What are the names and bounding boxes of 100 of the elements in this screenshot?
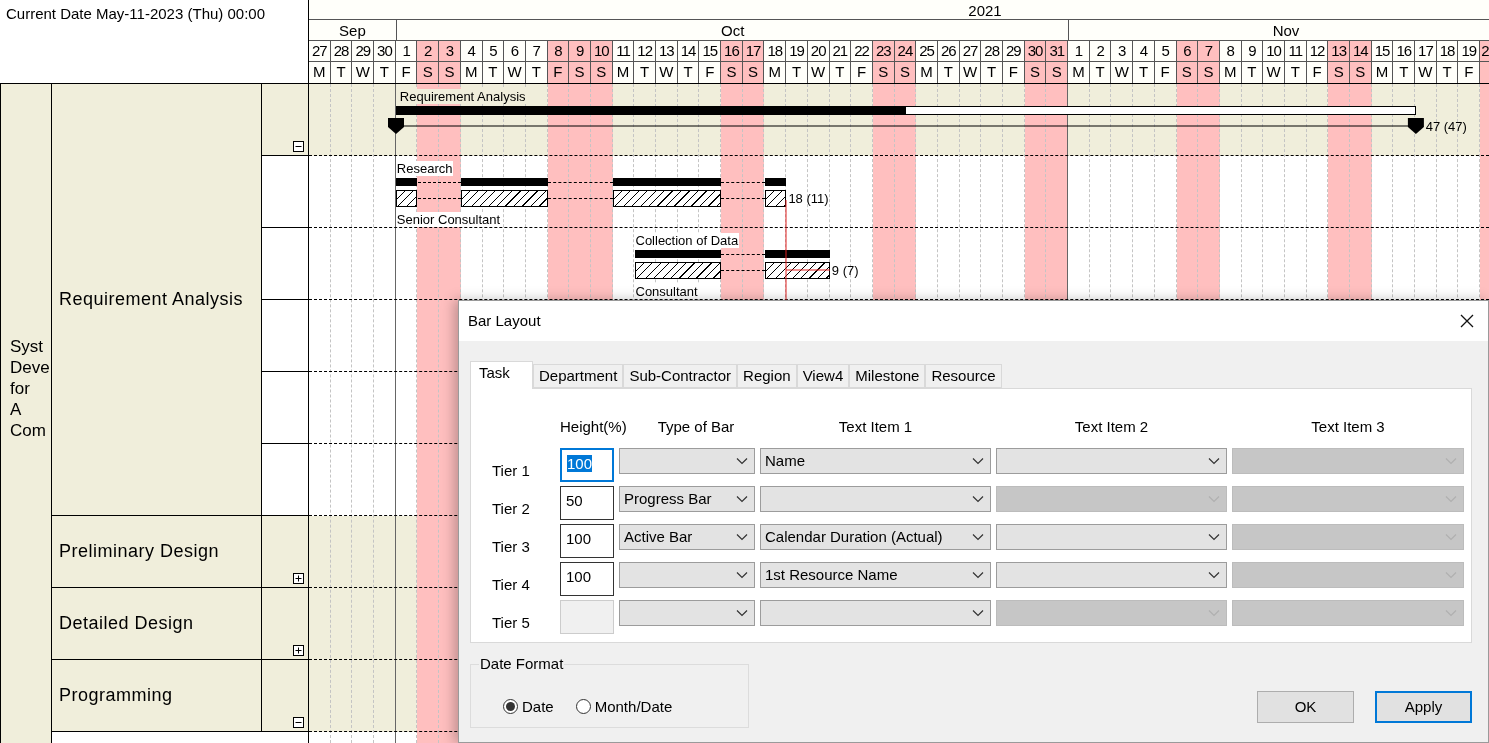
tier-label: Tier 3	[491, 536, 531, 557]
weekday-cell: F	[1154, 62, 1177, 83]
task-name[interactable]: Detailed Design	[59, 610, 194, 637]
weekday-cell: S	[1024, 62, 1047, 83]
day-cell: 9	[569, 41, 591, 61]
weekday-cell: S	[569, 62, 591, 83]
tier-label: Tier 1	[491, 460, 531, 481]
dropdown[interactable]: Calendar Duration (Actual)	[760, 524, 991, 550]
expand-icon[interactable]	[293, 573, 304, 584]
height-field[interactable]: 50	[560, 486, 614, 520]
weekday-cell: M	[612, 62, 635, 83]
day-cell: 11	[612, 41, 635, 61]
weekday-cell: S	[1198, 62, 1220, 83]
radio-option[interactable]: Month/Date	[575, 695, 673, 718]
plan-bar	[764, 250, 830, 258]
day-cell: 1	[1068, 41, 1090, 61]
day-cell: 2	[1480, 41, 1489, 61]
tab[interactable]: View4	[796, 364, 850, 388]
connector-line	[417, 182, 461, 183]
tier-label: Tier 2	[491, 498, 531, 519]
weekday-cell: W	[807, 62, 830, 83]
weekday-cell: S	[872, 62, 895, 83]
day-cell: 28	[330, 41, 353, 61]
day-cell: 27	[959, 41, 982, 61]
bar-label: Collection of Data	[634, 233, 740, 248]
weekday-cell: W	[504, 62, 526, 83]
collapse-icon[interactable]	[293, 717, 304, 728]
day-cell: 11	[1284, 41, 1307, 61]
connector-line	[721, 198, 765, 199]
dialog-button[interactable]: Apply	[1375, 691, 1472, 723]
chevron-down-icon	[1208, 457, 1220, 465]
weekday-cell: W	[1415, 62, 1437, 83]
connector-line	[721, 182, 765, 183]
dropdown[interactable]: Active Bar	[619, 524, 755, 550]
chevron-down-icon	[972, 457, 984, 465]
month-label: Nov	[1272, 21, 1300, 40]
dropdown[interactable]	[760, 486, 991, 512]
resource-label: Senior Consultant	[395, 212, 502, 227]
dropdown[interactable]: Progress Bar	[619, 486, 755, 512]
dropdown[interactable]	[996, 524, 1227, 550]
weekday-cell: T	[786, 62, 808, 83]
day-cell: 31	[1046, 41, 1069, 61]
weekday-cell: T	[525, 62, 548, 83]
collapse-icon[interactable]	[293, 141, 304, 152]
project-name: Syst	[10, 336, 45, 357]
tab[interactable]: Region	[737, 364, 797, 388]
tab[interactable]: Department	[533, 364, 624, 388]
day-cell: 2	[417, 41, 440, 61]
day-cell: 3	[439, 41, 461, 61]
dropdown[interactable]	[996, 448, 1227, 474]
day-cell: 8	[1219, 41, 1242, 61]
day-cell: 15	[1371, 41, 1394, 61]
height-field[interactable]: 100	[560, 562, 614, 596]
day-cell: 4	[1133, 41, 1155, 61]
column-header: Type of Bar	[656, 417, 736, 437]
day-cell: 21	[829, 41, 852, 61]
expand-icon[interactable]	[293, 645, 304, 656]
tier-label: Tier 5	[491, 612, 531, 633]
month-label: Sep	[339, 21, 366, 40]
height-field[interactable]: 100	[560, 524, 614, 558]
tab[interactable]: Sub-Contractor	[623, 364, 738, 388]
chevron-down-icon	[736, 609, 748, 617]
dropdown[interactable]	[619, 448, 755, 474]
tab[interactable]: Milestone	[849, 364, 926, 388]
dropdown[interactable]: 1st Resource Name	[760, 562, 991, 588]
dropdown[interactable]	[760, 600, 991, 626]
tab[interactable]: Task	[470, 361, 533, 389]
chevron-down-icon	[1208, 571, 1220, 579]
task-name[interactable]: Preliminary Design	[59, 538, 220, 565]
task-name[interactable]: Programming	[59, 682, 173, 709]
actual-bar	[395, 190, 418, 207]
dropdown[interactable]	[619, 600, 755, 626]
chevron-down-icon	[1208, 533, 1220, 541]
weekday-cell: T	[1284, 62, 1307, 83]
chevron-down-icon	[972, 609, 984, 617]
dialog-button[interactable]: OK	[1257, 691, 1354, 723]
day-cell: 16	[721, 41, 743, 61]
connector-line	[547, 198, 613, 199]
column-header: Text Item 3	[1310, 417, 1386, 437]
weekday-cell: W	[656, 62, 678, 83]
tab[interactable]: Resource	[925, 364, 1002, 388]
day-cell: 14	[1350, 41, 1372, 61]
height-field[interactable]: 100	[560, 448, 614, 482]
weekday-cell: W	[959, 62, 982, 83]
dropdown[interactable]	[996, 562, 1227, 588]
duration-label: 9 (7)	[831, 263, 859, 278]
radio-option[interactable]: Date	[503, 695, 554, 718]
project-name: A	[10, 399, 23, 420]
weekday-cell: S	[1046, 62, 1069, 83]
dropdown[interactable]: Name	[760, 448, 991, 474]
weekday-cell: F	[851, 62, 873, 83]
current-date: Current Date May-11-2023 (Thu) 00:00	[6, 5, 265, 22]
day-cell: 5	[1154, 41, 1177, 61]
day-cell: 23	[872, 41, 895, 61]
close-icon[interactable]	[1460, 314, 1474, 328]
dropdown[interactable]	[619, 562, 755, 588]
chevron-down-icon	[736, 457, 748, 465]
task-name[interactable]: Requirement Analysis	[59, 286, 244, 313]
duration-label: 18 (11)	[788, 191, 829, 206]
day-cell: 20	[807, 41, 830, 61]
